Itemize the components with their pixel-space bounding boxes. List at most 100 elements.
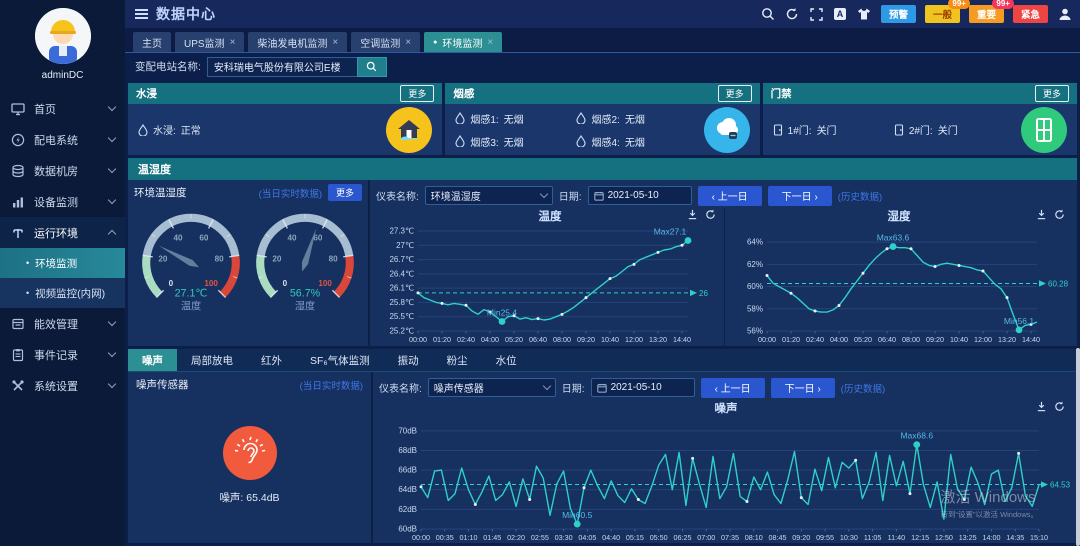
tab-infrared[interactable]: 红外 [247,349,296,371]
station-search-label: 变配电站名称: [135,59,201,74]
tab-dust[interactable]: 粉尘 [433,349,482,371]
sidebar-item-environment-monitoring[interactable]: • 环境监测 [0,248,125,278]
svg-text:64.53: 64.53 [1050,481,1071,490]
sidebar-item-label: 配电系统 [34,132,109,148]
tab-noise[interactable]: 噪声 [128,349,177,371]
sidebar-item-power-distribution[interactable]: 配电系统 [0,124,125,155]
smoke-more-button[interactable]: 更多 [718,85,752,102]
gauge-more-button[interactable]: 更多 [328,184,362,201]
smoke-panel: 烟感更多 烟感1:无烟 烟感2:无烟 烟感3:无烟 烟感4:无烟 [445,83,759,155]
user-icon[interactable] [1057,7,1072,22]
tab-home[interactable]: 主页 [133,32,171,52]
svg-text:Min60.5: Min60.5 [562,510,593,520]
door-more-button[interactable]: 更多 [1035,85,1069,102]
temperature-gauge: 02040608010027.1℃温度 [134,201,248,333]
close-icon[interactable]: × [487,37,493,48]
tab-diesel-generator-monitoring[interactable]: 柴油发电机监测× [248,32,347,52]
sidebar-group-environment: 运行环境 • 环境监测 • 视频监控(内网) [0,217,125,308]
tab-water-level[interactable]: 水位 [482,349,531,371]
download-icon[interactable] [1036,209,1047,220]
refresh-icon[interactable] [705,209,716,220]
next-day-button[interactable]: 下一日 › [768,186,832,206]
avatar[interactable] [35,8,91,64]
sidebar-item-operating-environment[interactable]: 运行环境 [0,217,125,248]
smoke-panel-title: 烟感 [453,86,717,101]
refresh-icon[interactable] [1054,209,1065,220]
vertical-scrollbar[interactable] [1076,348,1080,546]
alert-badge-warning[interactable]: 预警 [881,5,916,23]
download-icon[interactable] [687,209,698,220]
close-icon[interactable]: × [332,37,338,48]
droplet-icon [576,135,586,147]
sidebar-item-label: 能效管理 [34,316,109,332]
next-day-button[interactable]: 下一日 › [771,378,835,398]
svg-text:Max27.1: Max27.1 [654,227,687,237]
alert-badge-general[interactable]: 一般99+ [925,5,960,23]
svg-text:40: 40 [288,234,298,243]
energy-icon [10,316,26,332]
search-icon[interactable] [761,7,776,22]
translate-icon[interactable]: A [833,7,848,22]
alert-badge-important[interactable]: 重要99+ [969,5,1004,23]
tab-vibration[interactable]: 振动 [384,349,433,371]
refresh-icon[interactable] [1054,401,1065,412]
svg-text:15:10: 15:10 [1030,533,1048,542]
sidebar-item-event-log[interactable]: 事件记录 [0,339,125,370]
water-panel: 水浸更多 水浸: 正常 [128,83,442,155]
date-input[interactable]: 2021-05-10 [591,378,695,397]
chevron-down-icon [108,103,116,111]
refresh-icon[interactable] [785,7,800,22]
droplet-icon [576,112,586,124]
station-search-button[interactable] [357,57,387,77]
tab-sf6-gas[interactable]: SF₆气体监测 [296,349,384,371]
sidebar-item-energy-management[interactable]: 能效管理 [0,308,125,339]
temperature-line-chart: 25.2℃25.5℃25.8℃26.1℃26.4℃26.7℃27℃27.3℃00… [376,224,728,346]
svg-text:100: 100 [318,279,332,288]
previous-day-button[interactable]: ‹ 上一日 [701,378,765,398]
noise-reading: 噪声: 65.4dB [219,490,279,505]
gauge-panel-title: 环境温湿度 [134,185,253,200]
sidebar-item-system-settings[interactable]: 系统设置 [0,370,125,401]
sidebar-item-home[interactable]: 首页 [0,93,125,124]
data-room-icon [10,163,26,179]
tab-partial-discharge[interactable]: 局部放电 [177,349,247,371]
meter-select[interactable]: 噪声传感器 [428,378,556,397]
door-status-item: 1#门:关门 [773,122,894,137]
svg-text:13:20: 13:20 [998,335,1016,344]
svg-text:70dB: 70dB [398,426,417,435]
svg-text:02:55: 02:55 [531,533,549,542]
sidebar-item-data-room[interactable]: 数据机房 [0,155,125,186]
previous-day-button[interactable]: ‹ 上一日 [698,186,762,206]
sidebar-item-device-monitoring[interactable]: 设备监测 [0,186,125,217]
date-label: 日期: [559,188,582,203]
date-label: 日期: [562,380,585,395]
svg-text:09:20: 09:20 [577,335,595,344]
svg-text:00:00: 00:00 [409,335,427,344]
download-icon[interactable] [1036,401,1047,412]
sidebar-item-video-surveillance[interactable]: • 视频监控(内网) [0,278,125,308]
history-data-link[interactable]: (历史数据) [838,189,882,203]
humidity-line-chart: 56%58%60%62%64%00:0001:2002:4004:0005:20… [725,224,1077,346]
date-input[interactable]: 2021-05-10 [588,186,692,205]
tab-environment-monitoring[interactable]: ●环境监测× [424,32,502,52]
svg-text:0: 0 [169,279,174,288]
fullscreen-icon[interactable] [809,7,824,22]
close-icon[interactable]: × [230,37,236,48]
svg-text:00:00: 00:00 [412,533,430,542]
menu-toggle-icon[interactable] [135,9,148,19]
tab-hvac-monitoring[interactable]: 空调监测× [351,32,420,52]
svg-text:09:55: 09:55 [816,533,834,542]
station-search-input[interactable] [207,57,357,77]
close-icon[interactable]: × [405,37,411,48]
svg-text:02:40: 02:40 [457,335,475,344]
history-data-link[interactable]: (历史数据) [841,381,885,395]
alert-badge-urgent[interactable]: 紧急 [1013,5,1048,23]
smoke-status-item: 烟感4:无烟 [576,134,697,149]
svg-text:05:20: 05:20 [505,335,523,344]
sidebar: adminDC 首页 配电系统 数据机房 设备监测 [0,0,125,546]
water-more-button[interactable]: 更多 [400,85,434,102]
meter-select[interactable]: 环境温湿度 [425,186,553,205]
realtime-data-label: (当日实时数据) [300,378,363,392]
tab-ups-monitoring[interactable]: UPS监测× [175,32,244,52]
theme-icon[interactable] [857,7,872,22]
